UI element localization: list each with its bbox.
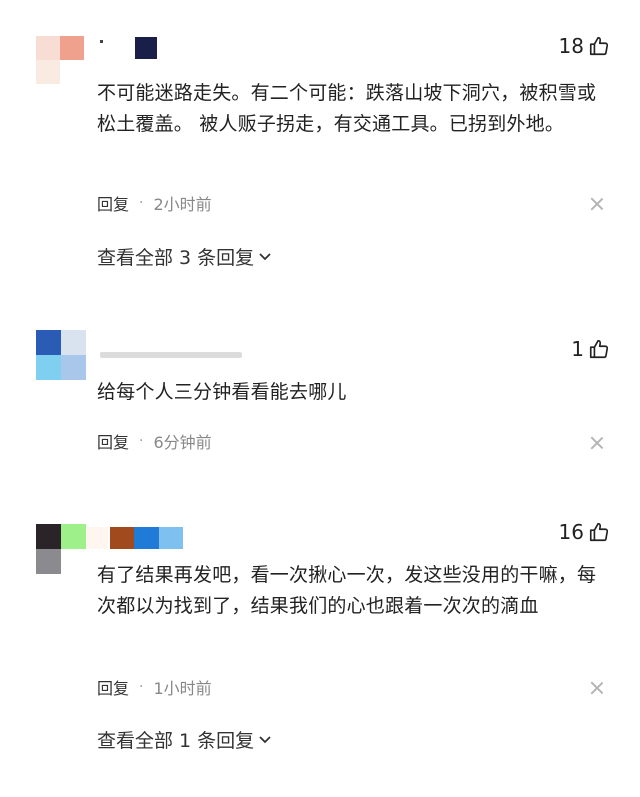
close-icon[interactable] <box>590 681 604 695</box>
reply-button[interactable]: 回复 <box>97 675 129 699</box>
view-replies-link[interactable]: 查看全部 1 条回复 <box>97 726 272 753</box>
comment-text: 不可能迷路走失。有二个可能：跌落山坡下洞穴，被积雪或松土覆盖。 被人贩子拐走，有… <box>97 82 597 135</box>
timestamp: 1小时前 <box>153 679 212 698</box>
username-blur <box>135 37 157 59</box>
thumbs-up-icon <box>588 35 610 57</box>
thumbs-up-icon <box>588 338 610 360</box>
comment-text: 有了结果再发吧，看一次揪心一次，发这些没用的干嘛，每次都以为找到了，结果我们的心… <box>97 564 597 617</box>
close-icon[interactable] <box>590 197 604 211</box>
username-blur[interactable] <box>86 527 108 549</box>
username-blur <box>134 527 159 549</box>
like-count: 16 <box>558 520 584 544</box>
username-blur[interactable] <box>100 352 242 358</box>
reply-button[interactable]: 回复 <box>97 429 129 453</box>
timestamp: 2小时前 <box>153 195 212 214</box>
comment-meta: 回复 · 2小时前 <box>97 191 212 215</box>
like-button[interactable]: 1 <box>571 337 610 361</box>
separator-dot: · <box>139 433 144 449</box>
like-button[interactable]: 16 <box>559 520 610 544</box>
close-icon[interactable] <box>590 436 604 450</box>
like-button[interactable]: 18 <box>559 34 610 58</box>
view-replies-link[interactable]: 查看全部 3 条回复 <box>97 243 272 270</box>
comment-meta: 回复 · 1小时前 <box>97 675 212 699</box>
comment-text: 给每个人三分钟看看能去哪儿 <box>97 381 347 403</box>
reply-button[interactable]: 回复 <box>97 191 129 215</box>
chevron-down-icon <box>258 246 272 268</box>
separator-dot: · <box>139 679 144 695</box>
view-replies-label: 查看全部 3 条回复 <box>97 247 255 269</box>
username[interactable] <box>100 40 103 43</box>
username-blur <box>110 527 134 549</box>
avatar[interactable] <box>36 330 86 380</box>
like-count: 18 <box>558 34 584 58</box>
view-replies-label: 查看全部 1 条回复 <box>97 730 255 752</box>
avatar[interactable] <box>36 524 86 574</box>
separator-dot: · <box>139 195 144 211</box>
timestamp: 6分钟前 <box>153 433 212 452</box>
comment-meta: 回复 · 6分钟前 <box>97 429 212 453</box>
like-count: 1 <box>571 337 584 361</box>
thumbs-up-icon <box>588 521 610 543</box>
chevron-down-icon <box>258 729 272 751</box>
username-blur <box>159 527 183 549</box>
avatar[interactable] <box>36 36 84 84</box>
